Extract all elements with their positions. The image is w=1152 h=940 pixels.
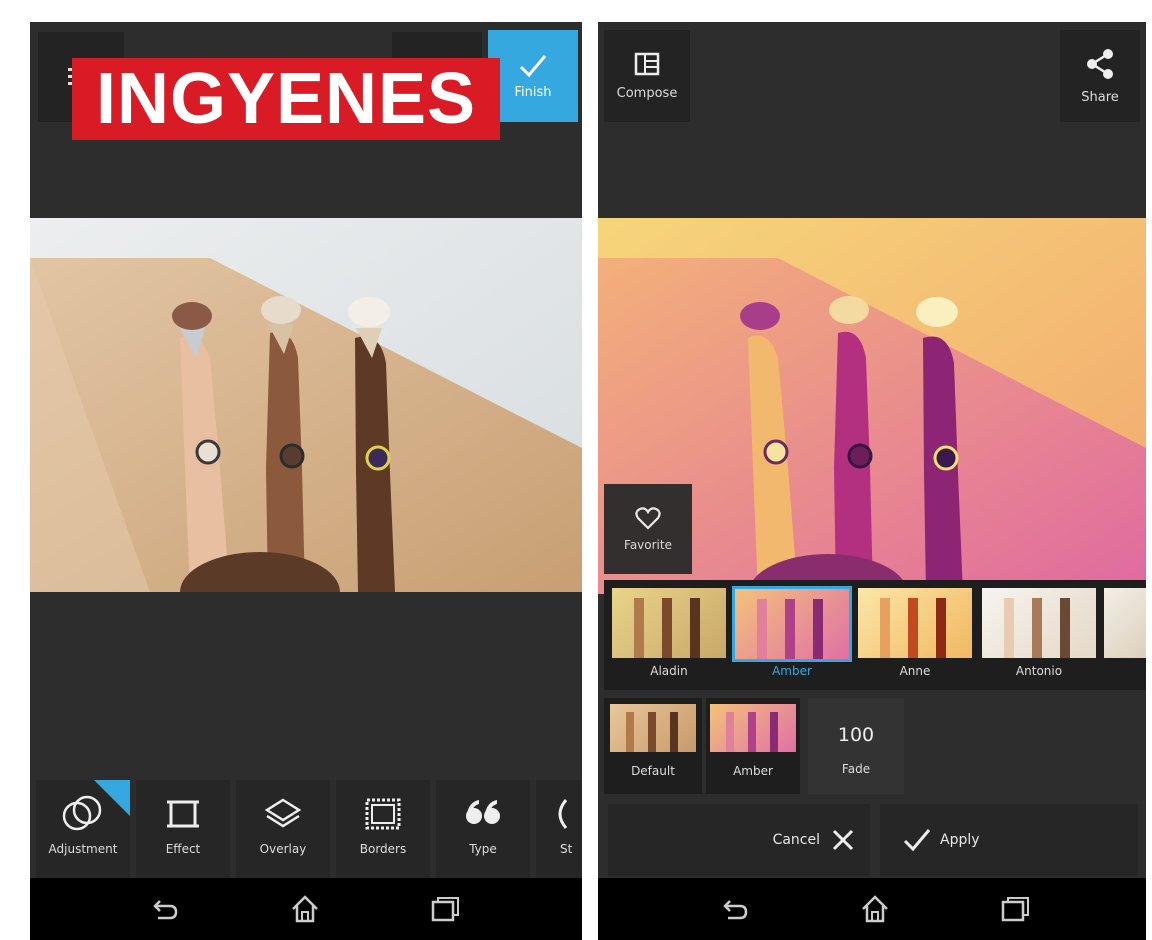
tool-label: Effect [165,842,201,856]
tool-sticker[interactable]: St [536,780,582,880]
recent-apps-icon[interactable] [998,892,1032,926]
filter-thumb-partial[interactable] [1104,588,1146,658]
filter-preview [634,598,700,658]
default-thumb [610,704,696,752]
back-icon[interactable] [148,892,182,926]
tool-effect[interactable]: Effect [136,780,230,880]
android-nav-bar [598,878,1146,940]
share-label: Share [1081,89,1119,105]
apply-label: Apply [940,832,980,848]
android-nav-bar [30,878,582,940]
filter-preview [1004,598,1070,658]
apply-button[interactable]: Apply [880,804,1138,876]
tool-label: Type [469,842,497,856]
filter-preview [880,598,946,658]
tool-adjustment[interactable]: Adjustment [36,780,130,880]
tool-label: Overlay [259,842,307,856]
tool-label: Adjustment [48,842,118,856]
filter-label: Aladin [650,664,688,678]
filter-preview [626,712,678,752]
favorite-button[interactable]: Favorite [604,484,692,574]
compose-icon [634,52,660,75]
tool-overlay[interactable]: Overlay [236,780,330,880]
banner-text: INGYENES [95,59,477,139]
current-label: Amber [733,764,773,778]
filter-thumb-anne[interactable] [858,588,972,658]
current-thumb [710,704,796,752]
recent-apps-icon[interactable] [428,892,462,926]
border-frame-icon [365,798,401,830]
sticker-icon [558,799,568,829]
right-filter-screen: Compose Share Favorite Aladin Amber Anne… [598,22,1146,940]
home-icon[interactable] [288,892,322,926]
compose-label: Compose [616,85,678,101]
free-banner: INGYENES [72,58,500,140]
favorite-label: Favorite [624,538,672,552]
home-icon[interactable] [858,892,892,926]
filter-preview [757,599,823,659]
fade-control[interactable]: 100 Fade [808,698,904,794]
filter-thumb-antonio[interactable] [982,588,1096,658]
fade-label: Fade [841,762,871,776]
filter-label-selected: Amber [772,664,812,678]
share-button[interactable]: Share [1060,30,1140,122]
fade-value: 100 [837,724,875,746]
ice-cream-photo [30,218,582,592]
quote-icon [466,800,500,824]
heart-icon [635,507,661,530]
back-icon[interactable] [718,892,752,926]
compare-default[interactable]: Default [604,698,702,794]
compare-current[interactable]: Amber [706,698,800,794]
filter-label: Anne [899,664,931,678]
filter-thumb-aladin[interactable] [612,588,726,658]
filter-thumb-amber[interactable] [732,586,852,662]
filter-strip: Aladin Amber Anne Antonio [604,580,1146,690]
checkmark-icon [903,829,931,852]
compose-button[interactable]: Compose [604,30,690,122]
tool-type[interactable]: Type [436,780,530,880]
left-editor-screen: Finish Adjustment Effect Overlay Borders… [30,22,582,940]
cancel-label: Cancel [772,832,820,848]
checkmark-icon [519,54,547,77]
effect-crop-icon [167,800,199,828]
filter-label: Antonio [1015,664,1063,678]
new-badge [94,780,130,816]
photo-preview[interactable] [30,218,582,592]
tool-borders[interactable]: Borders [336,780,430,880]
tool-label: St [560,842,573,856]
default-label: Default [631,764,675,778]
close-icon [832,829,854,851]
finish-button[interactable]: Finish [488,30,578,122]
filter-preview [726,712,778,752]
share-icon [1087,48,1113,79]
layers-icon [264,798,302,828]
finish-label: Finish [514,84,552,100]
cancel-button[interactable]: Cancel [608,804,870,876]
tool-label: Borders [359,842,407,856]
